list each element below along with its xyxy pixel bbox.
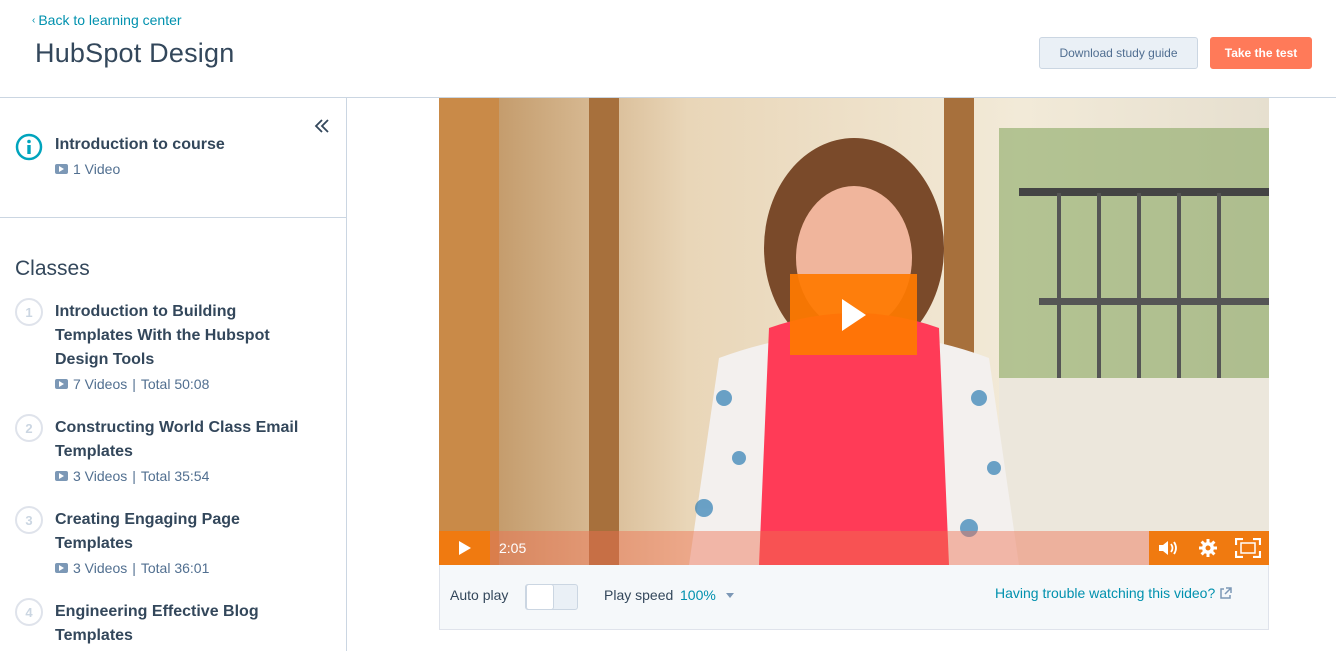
autoplay-label: Auto play <box>450 587 509 603</box>
intro-video-count: 1 Video <box>55 161 120 177</box>
intro-section: Introduction to course 1 Video <box>0 98 346 218</box>
class-title: Introduction to Building Templates With … <box>55 303 270 368</box>
class-meta: 3 Videos | Total 36:01 <box>55 560 209 576</box>
class-title: Creating Engaging Page Templates <box>55 511 240 552</box>
info-icon <box>15 133 43 161</box>
class-item-1[interactable]: 1 Introduction to Building Templates Wit… <box>0 298 346 398</box>
class-item-3[interactable]: 3 Creating Engaging Page Templates 3 Vid… <box>0 506 346 586</box>
video-icon <box>55 563 68 573</box>
class-item-2[interactable]: 2 Constructing World Class Email Templat… <box>0 414 346 494</box>
page-title: HubSpot Design <box>35 38 235 68</box>
fullscreen-icon[interactable] <box>1234 538 1261 558</box>
class-meta: 7 Videos | Total 50:08 <box>55 376 209 392</box>
back-to-learning-center-link[interactable]: ‹ Back to learning center <box>32 12 182 28</box>
trouble-link-label: Having trouble watching this video? <box>995 585 1216 601</box>
play-speed-value: 100% <box>680 587 716 603</box>
course-sidebar: Introduction to course 1 Video Classes 1… <box>0 98 347 651</box>
download-study-guide-button[interactable]: Download study guide <box>1039 37 1198 69</box>
volume-icon[interactable] <box>1157 539 1181 557</box>
external-link-icon <box>1220 586 1232 599</box>
class-number-badge: 4 <box>15 598 43 626</box>
chevron-left-icon: ‹ <box>32 14 36 26</box>
autoplay-toggle[interactable] <box>525 584 578 610</box>
collapse-sidebar-icon[interactable] <box>312 116 332 136</box>
toggle-knob <box>526 584 554 610</box>
class-number-badge: 2 <box>15 414 43 442</box>
classes-heading: Classes <box>15 257 90 280</box>
page-header: ‹ Back to learning center HubSpot Design… <box>0 0 1336 98</box>
class-title: Engineering Effective Blog Templates <box>55 603 259 644</box>
caret-down-icon <box>725 592 734 598</box>
big-play-button[interactable] <box>790 274 917 355</box>
video-icon <box>55 471 68 481</box>
class-number-badge: 3 <box>15 506 43 534</box>
class-item-4[interactable]: 4 Engineering Effective Blog Templates <box>0 598 346 651</box>
play-icon <box>841 298 866 331</box>
control-play-button[interactable] <box>439 531 490 565</box>
trouble-watching-link[interactable]: Having trouble watching this video? <box>995 585 1232 601</box>
player-controls: 2:05 <box>439 531 1269 565</box>
class-title: Constructing World Class Email Templates <box>55 419 299 460</box>
intro-course-link[interactable]: Introduction to course <box>55 136 225 154</box>
class-number-badge: 1 <box>15 298 43 326</box>
play-icon <box>458 541 471 555</box>
take-the-test-button[interactable]: Take the test <box>1210 37 1312 69</box>
player-settings-bar: Auto play Play speed 100% Having trouble… <box>439 565 1269 630</box>
play-speed-dropdown[interactable]: 100% <box>680 587 734 603</box>
play-speed-label: Play speed <box>604 587 674 603</box>
video-timestamp: 2:05 <box>499 540 527 556</box>
video-player[interactable]: 2:05 <box>439 98 1269 565</box>
settings-gear-icon[interactable] <box>1198 538 1218 558</box>
video-icon <box>55 379 68 389</box>
player-right-controls <box>1149 531 1269 565</box>
class-meta: 3 Videos | Total 35:54 <box>55 468 209 484</box>
back-link-label: Back to learning center <box>38 12 182 28</box>
video-icon <box>55 164 68 174</box>
